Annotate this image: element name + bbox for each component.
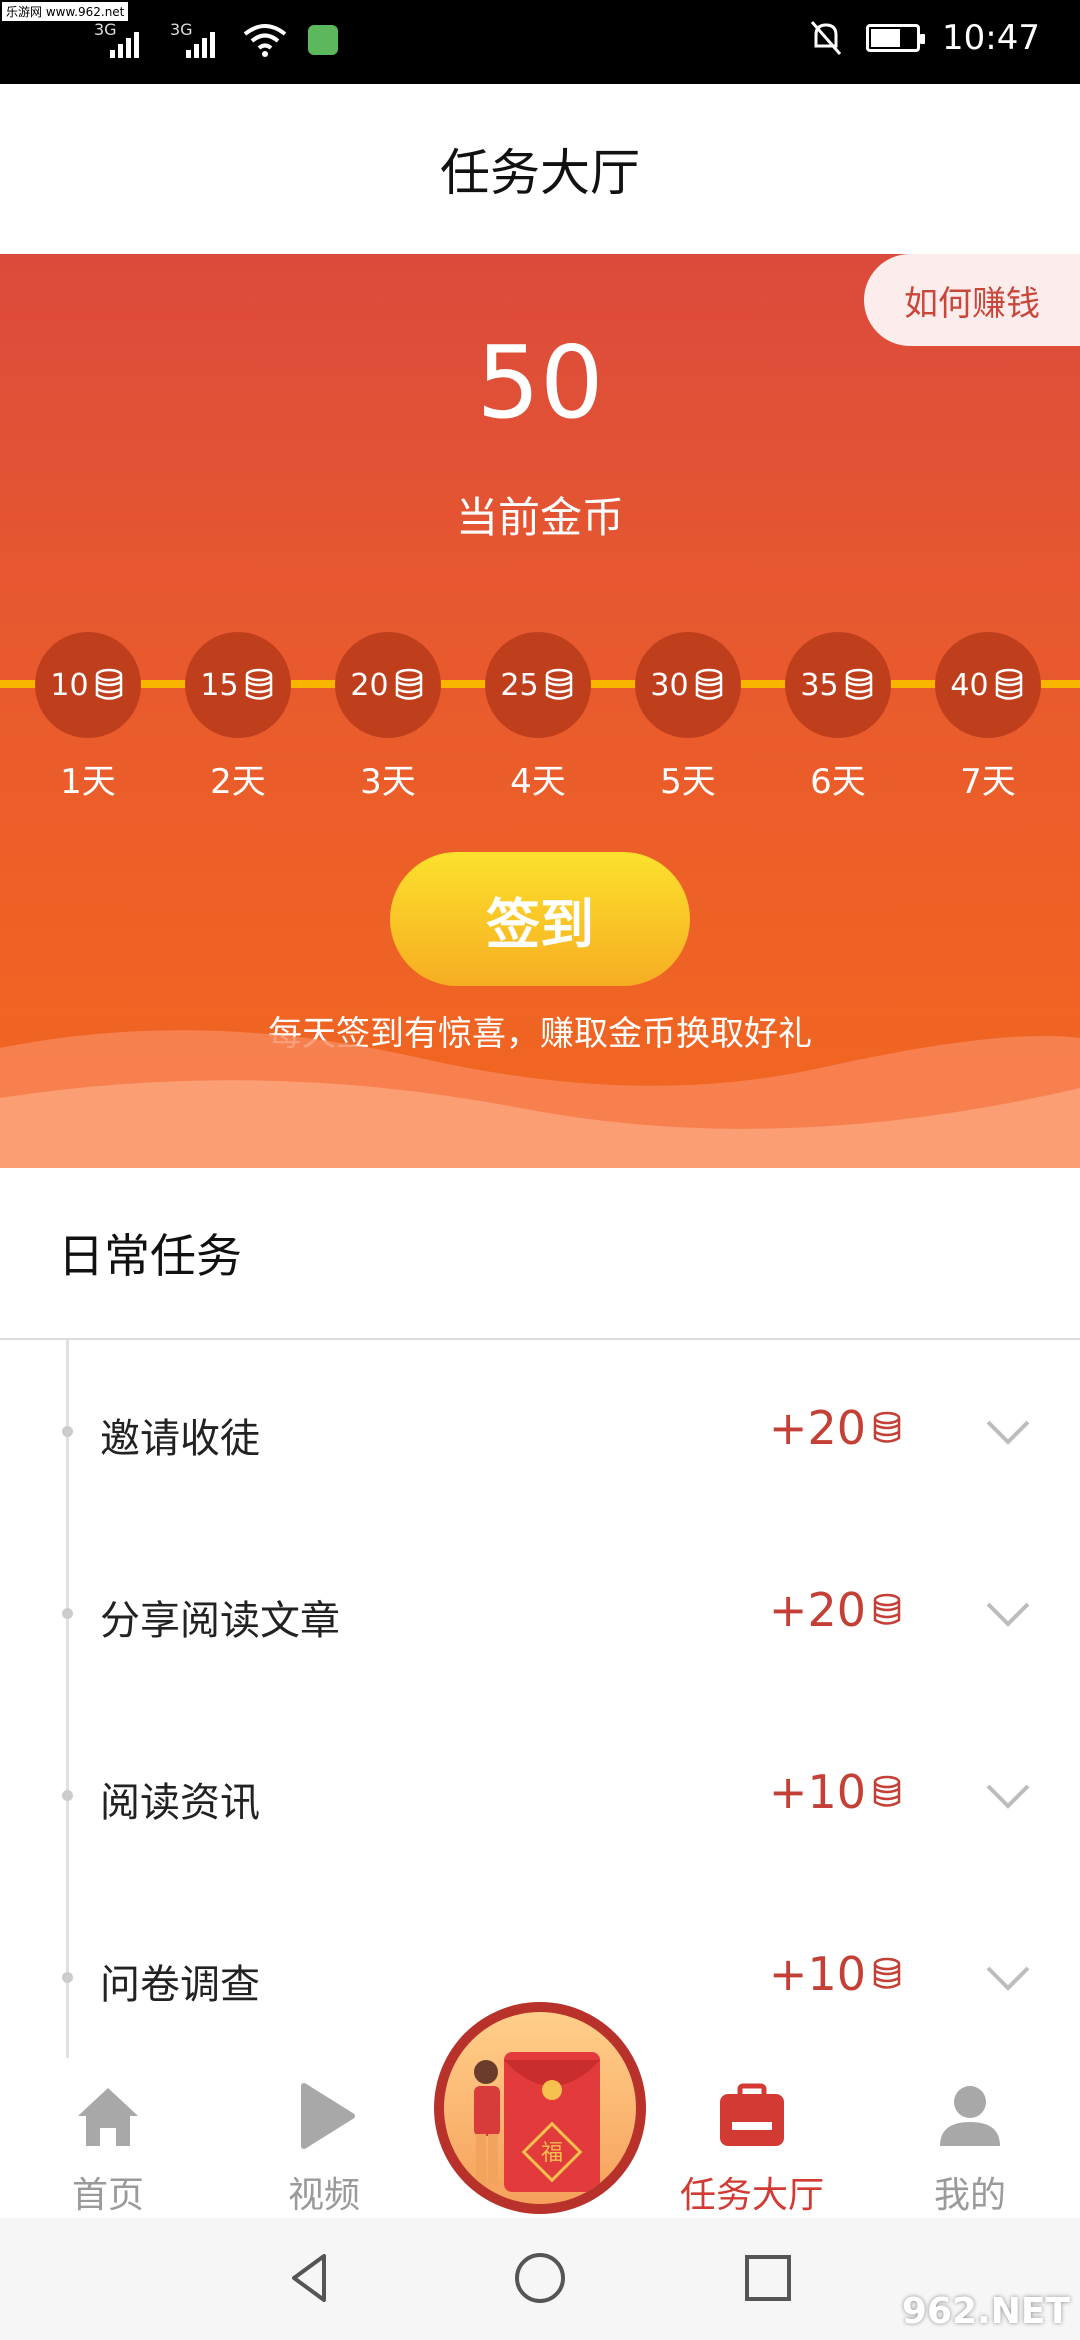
task-hall-screen: 乐游网 www.962.net 3G 3G 10:47 任务大厅 如何赚钱 50… <box>0 0 1080 2340</box>
corner-watermark: 962.NET <box>901 2291 1070 2332</box>
checkin-day-6: 35 <box>785 632 891 738</box>
day-reward: 25 <box>500 667 539 703</box>
fu-character: 福 <box>541 2141 563 2166</box>
task-name: 问卷调查 <box>100 1962 260 2008</box>
sign-in-button[interactable]: 签到 <box>390 852 690 986</box>
nav-task-hall[interactable]: 任务大厅 <box>652 2076 852 2218</box>
task-points: +10 <box>768 1947 866 2001</box>
network-type-1: 3G <box>94 20 117 39</box>
checkin-day-1: 10 <box>35 632 141 738</box>
coin-hero-panel: 如何赚钱 50 当前金币 10 1天 15 2天 20 3天 25 4天 30 5天 35 6天 40 7… <box>0 254 1080 1168</box>
coin-stack-icon <box>873 1593 901 1625</box>
checkin-day-label: 6天 <box>810 762 866 802</box>
app-notification-icon <box>308 25 338 55</box>
task-name: 分享阅读文章 <box>100 1598 340 1644</box>
chevron-down-icon[interactable] <box>984 1596 1032 1632</box>
checkin-day-label: 1天 <box>60 762 116 802</box>
day-reward: 20 <box>350 667 389 703</box>
signal-icon: 3G <box>90 20 146 60</box>
battery-icon <box>866 24 926 52</box>
nav-task-hall-label: 任务大厅 <box>679 2175 824 2216</box>
task-name: 阅读资讯 <box>100 1780 260 1826</box>
day-reward: 35 <box>800 667 839 703</box>
red-envelope-icon: 福 <box>474 2052 600 2192</box>
checkin-day-label: 2天 <box>210 762 266 802</box>
task-row[interactable]: 分享阅读文章 +20 <box>0 1528 1080 1710</box>
nav-video-label: 视频 <box>287 2175 360 2216</box>
nav-mine-label: 我的 <box>933 2175 1006 2216</box>
chevron-down-icon[interactable] <box>984 1778 1032 1814</box>
timeline-dot <box>62 1426 73 1437</box>
coin-balance: 50 <box>476 324 604 441</box>
day-reward: 10 <box>50 667 89 703</box>
play-icon <box>301 2083 355 2149</box>
task-reward: +20 <box>769 1401 904 1455</box>
task-row[interactable]: 阅读资讯 +10 <box>0 1710 1080 1892</box>
day-reward: 15 <box>200 667 239 703</box>
home-circle-icon[interactable] <box>510 2248 570 2308</box>
coin-stack-icon <box>545 668 572 700</box>
daily-tasks-heading: 日常任务 <box>0 1168 1080 1340</box>
signal-icon-2: 3G <box>166 20 222 60</box>
chevron-down-icon[interactable] <box>984 1960 1032 1996</box>
page-title: 任务大厅 <box>440 144 640 202</box>
coin-stack-icon <box>995 668 1022 700</box>
clock: 10:47 <box>942 18 1040 58</box>
red-envelope-button[interactable]: 福 <box>434 2002 646 2214</box>
coin-stack-icon <box>695 668 722 700</box>
coin-stack-icon <box>395 668 422 700</box>
checkin-day-3: 20 <box>335 632 441 738</box>
task-points: +10 <box>768 1765 866 1819</box>
coin-stack-icon <box>245 668 272 700</box>
status-bar: 乐游网 www.962.net 3G 3G 10:47 <box>0 0 1080 84</box>
coin-balance-label: 当前金币 <box>455 493 624 542</box>
briefcase-icon <box>720 2083 784 2146</box>
home-icon <box>78 2088 138 2146</box>
recents-icon[interactable] <box>738 2248 798 2308</box>
checkin-day-7: 40 <box>935 632 1041 738</box>
task-name: 邀请收徒 <box>100 1416 260 1462</box>
bell-muted-icon <box>810 21 842 55</box>
checkin-day-label: 5天 <box>660 762 716 802</box>
nav-video[interactable]: 视频 <box>224 2076 424 2218</box>
system-nav-bar: 962.NET <box>0 2218 1080 2340</box>
checkin-day-label: 3天 <box>360 762 416 802</box>
coin-stack-icon <box>873 1411 901 1443</box>
checkin-day-label: 7天 <box>960 762 1016 802</box>
timeline-dot <box>62 1608 73 1619</box>
nav-home-label: 首页 <box>71 2175 144 2216</box>
network-type-2: 3G <box>170 20 193 39</box>
chevron-down-icon[interactable] <box>984 1414 1032 1450</box>
checkin-day-2: 15 <box>185 632 291 738</box>
coin-stack-icon <box>95 668 122 700</box>
task-row[interactable]: 邀请收徒 +20 <box>0 1346 1080 1528</box>
user-icon <box>940 2086 1000 2146</box>
day-reward: 30 <box>650 667 689 703</box>
coin-stack-icon <box>873 1957 901 1989</box>
timeline-dot <box>62 1790 73 1801</box>
back-icon[interactable] <box>280 2248 340 2308</box>
task-points: +20 <box>768 1401 866 1455</box>
nav-home[interactable]: 首页 <box>8 2076 208 2218</box>
wave-decoration <box>0 1030 1080 1168</box>
page-header: 任务大厅 <box>0 84 1080 254</box>
wifi-icon <box>243 24 287 57</box>
site-watermark: 乐游网 www.962.net <box>2 2 129 21</box>
coin-stack-icon <box>873 1775 901 1807</box>
day-reward: 40 <box>950 667 989 703</box>
task-points: +20 <box>768 1583 866 1637</box>
checkin-day-label: 4天 <box>510 762 566 802</box>
coin-stack-icon <box>845 668 872 700</box>
task-reward: +20 <box>769 1583 904 1637</box>
task-reward: +10 <box>769 1765 904 1819</box>
nav-mine[interactable]: 我的 <box>870 2076 1070 2218</box>
checkin-day-5: 30 <box>635 632 741 738</box>
task-reward: +10 <box>769 1947 904 2001</box>
timeline-dot <box>62 1972 73 1983</box>
checkin-day-4: 25 <box>485 632 591 738</box>
